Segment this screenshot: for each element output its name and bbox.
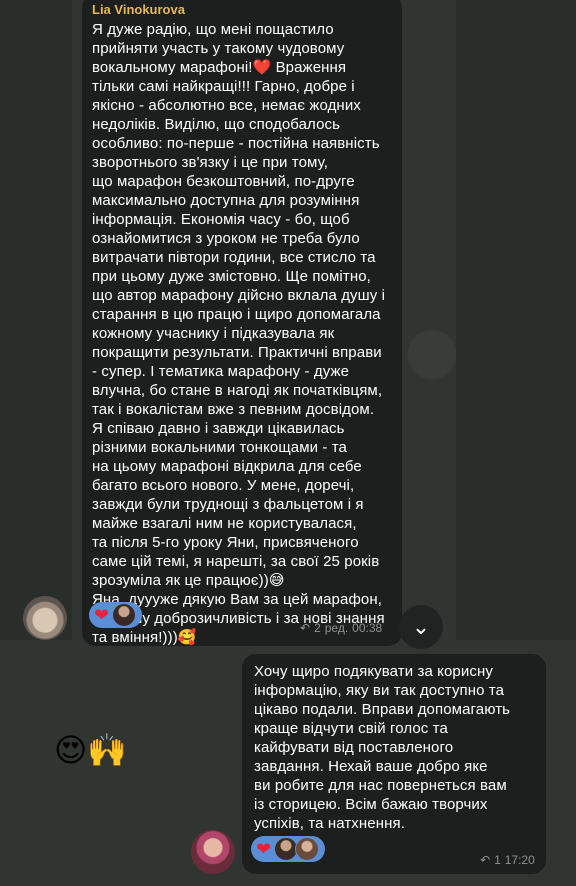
reply-icon[interactable]: ↶ <box>300 621 310 635</box>
sender-avatar[interactable] <box>191 830 235 874</box>
chevron-down-icon: ⌄ <box>411 614 431 639</box>
reply-icon[interactable]: ↶ <box>480 853 490 867</box>
edited-label: ред. <box>324 621 349 635</box>
message-meta: ↶ 2 ред. 00:38 <box>300 621 382 635</box>
scroll-down-button[interactable]: ⌄ <box>399 605 443 649</box>
chat-background-strip-right <box>456 0 576 640</box>
message-text: Хочу щиро подякувати за корисну інформац… <box>254 663 511 832</box>
heart-reaction-icon[interactable]: ❤ <box>256 839 271 859</box>
message-meta: ↶ 1 17:20 <box>480 853 535 867</box>
message-author[interactable]: Lia Vinokurova <box>92 2 392 18</box>
sender-avatar[interactable] <box>23 596 67 640</box>
message-text: Я дуже радію, що мені пощастило прийняти… <box>92 21 386 646</box>
emoji-sticker[interactable]: 😍🙌 <box>54 732 127 768</box>
reply-count[interactable]: 2 <box>314 621 321 635</box>
message-time: 00:38 <box>352 621 383 635</box>
message-bubble[interactable]: Lia Vinokurova Я дуже радію, що мені пощ… <box>82 0 402 646</box>
reactions-bar[interactable]: ❤ <box>89 602 143 628</box>
reactor-avatar <box>295 837 320 861</box>
message-time: 17:20 <box>504 853 535 867</box>
heart-reaction-icon[interactable]: ❤ <box>94 605 109 625</box>
chat-background-strip-left <box>0 0 72 640</box>
reactor-avatar <box>112 603 137 627</box>
reply-count[interactable]: 1 <box>494 853 501 867</box>
reactions-bar[interactable]: ❤ <box>251 836 326 862</box>
